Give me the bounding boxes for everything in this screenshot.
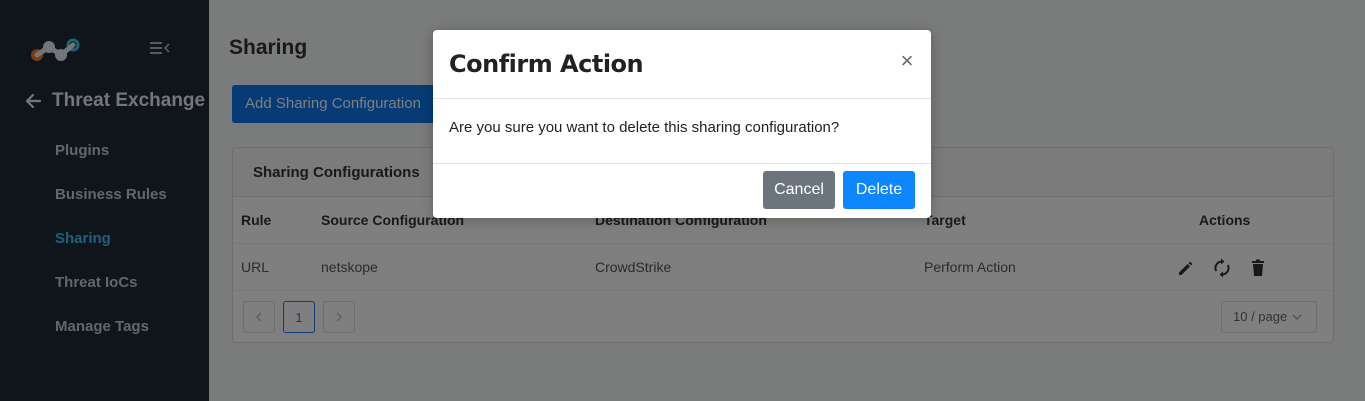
cancel-button[interactable]: Cancel	[763, 171, 835, 209]
confirm-action-dialog: Confirm Action × Are you sure you want t…	[433, 30, 931, 218]
modal-footer: Cancel Delete	[433, 164, 931, 218]
close-icon[interactable]: ×	[899, 50, 915, 72]
delete-button[interactable]: Delete	[843, 171, 915, 209]
modal-header: Confirm Action ×	[433, 30, 931, 99]
modal-message: Are you sure you want to delete this sha…	[433, 99, 931, 164]
modal-title: Confirm Action	[449, 50, 644, 78]
